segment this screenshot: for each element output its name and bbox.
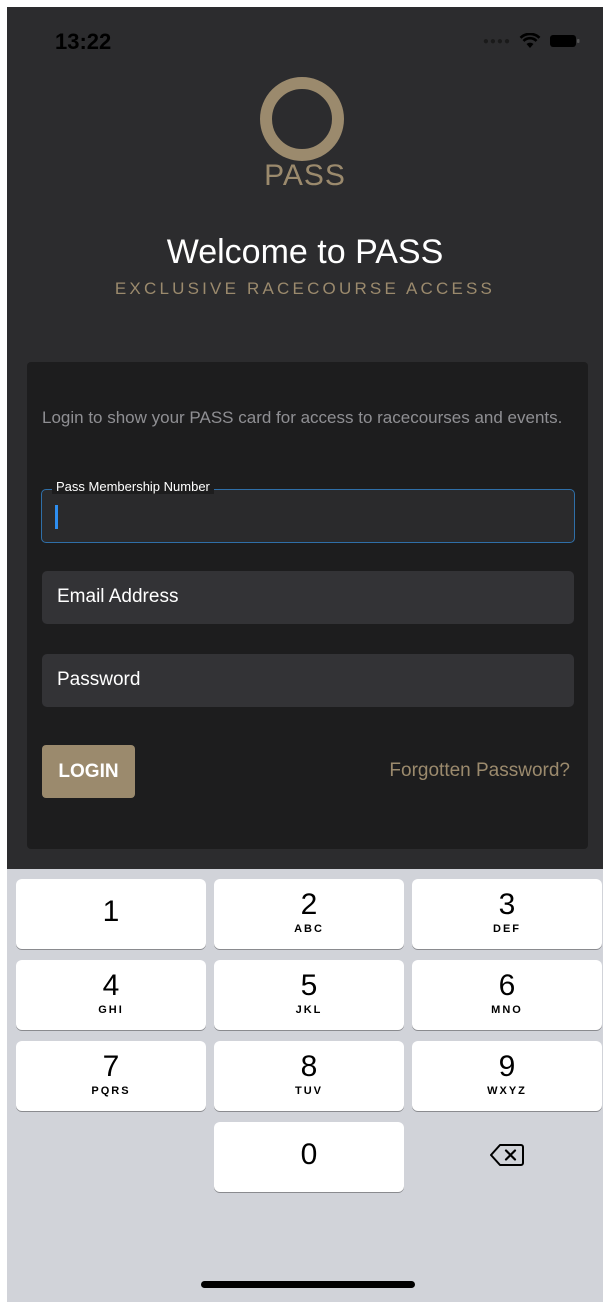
key-letters: ABC (294, 923, 324, 935)
key-digit: 3 (498, 888, 516, 921)
key-letters: WXYZ (487, 1085, 527, 1097)
login-button[interactable]: LOGIN (42, 745, 135, 798)
key-digit: 8 (300, 1050, 318, 1083)
battery-icon (549, 33, 581, 49)
key-letters: JKL (295, 1004, 323, 1016)
key-letters: GHI (98, 1004, 124, 1016)
signal-icon: ●●●● (482, 35, 511, 47)
key-digit: 9 (498, 1050, 516, 1083)
key-9[interactable]: 9 WXYZ (412, 1041, 602, 1111)
key-5[interactable]: 5 JKL (214, 960, 404, 1030)
key-letters: DEF (493, 923, 521, 935)
login-intro-text: Login to show your PASS card for access … (42, 408, 563, 427)
backspace-icon (490, 1143, 524, 1172)
key-0[interactable]: 0 (214, 1122, 404, 1192)
login-card: Login to show your PASS card for access … (27, 362, 588, 849)
logo-text: PASS (264, 159, 346, 192)
email-placeholder: Email Address (57, 586, 179, 607)
password-placeholder: Password (57, 669, 141, 690)
key-letters: PQRS (91, 1085, 131, 1097)
key-3[interactable]: 3 DEF (412, 879, 602, 949)
backspace-key[interactable] (412, 1122, 602, 1192)
key-digit: 5 (300, 969, 318, 1002)
key-letters: TUV (295, 1085, 323, 1097)
key-7[interactable]: 7 PQRS (16, 1041, 206, 1111)
key-digit: 7 (102, 1050, 120, 1083)
forgot-password-link[interactable]: Forgotten Password? (389, 760, 570, 782)
key-8[interactable]: 8 TUV (214, 1041, 404, 1111)
key-digit: 0 (300, 1138, 318, 1171)
status-time: 13:22 (55, 29, 112, 54)
key-2[interactable]: 2 ABC (214, 879, 404, 949)
key-digit: 4 (102, 969, 120, 1002)
wifi-icon (519, 33, 541, 49)
pass-logo-icon (260, 77, 344, 161)
key-4[interactable]: 4 GHI (16, 960, 206, 1030)
email-field[interactable]: Email Address (42, 571, 574, 624)
key-1[interactable]: 1 (16, 879, 206, 949)
text-cursor (55, 505, 58, 529)
membership-number-field[interactable]: Pass Membership Number (41, 479, 575, 543)
key-digit: 6 (498, 969, 516, 1002)
status-indicators: ●●●● (483, 31, 581, 51)
password-field[interactable]: Password (42, 654, 574, 707)
membership-number-label: Pass Membership Number (52, 479, 214, 494)
tagline: EXCLUSIVE RACECOURSE ACCESS (114, 279, 496, 298)
key-digit: 2 (300, 888, 318, 921)
key-digit: 1 (102, 895, 120, 928)
page-title: Welcome to PASS (166, 233, 444, 271)
key-letters: MNO (491, 1004, 523, 1016)
key-6[interactable]: 6 MNO (412, 960, 602, 1030)
app-screen: 13:22 ●●●● PASS Welcome to PASS EXCLUSIV… (7, 7, 603, 1302)
numeric-keypad: 1 2 ABC 3 DEF 4 GHI 5 JKL 6 MNO 7 PQRS 8… (7, 869, 603, 1302)
home-indicator (201, 1281, 415, 1288)
